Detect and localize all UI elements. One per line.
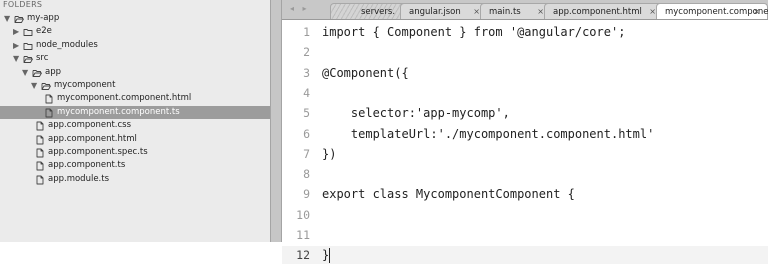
folder-item[interactable]: ▶ e2e: [0, 25, 270, 38]
tree-item-label: e2e: [36, 26, 52, 37]
text-cursor: [329, 248, 330, 264]
folder-item[interactable]: ▼ src: [0, 52, 270, 65]
file-icon: [35, 148, 44, 158]
tab-close-icon[interactable]: ×: [753, 7, 760, 16]
tree-item-label: app.component.css: [48, 120, 132, 131]
expanded-arrow-icon[interactable]: ▼: [22, 68, 28, 77]
line-number-gutter: 1 2 3 4 5 6 7 8 9 10 11 12: [282, 20, 310, 262]
code-line[interactable]: import { Component } from '@angular/core…: [322, 25, 625, 39]
line-number: 1: [303, 25, 310, 39]
code-line[interactable]: templateUrl:'./mycomponent.component.htm…: [322, 127, 654, 141]
line-number: 5: [303, 106, 310, 121]
tree-item-label: app.component.ts: [48, 160, 126, 171]
file-item[interactable]: app.component.html: [0, 133, 270, 146]
folder-open-icon: [23, 54, 33, 64]
file-icon: [35, 121, 44, 131]
tree-item-label: app: [45, 66, 61, 77]
file-icon: [35, 161, 44, 171]
line-number: 10: [296, 207, 310, 222]
file-icon: [35, 175, 44, 185]
file-icon: [35, 135, 44, 145]
folder-item[interactable]: ▼ mycomponent: [0, 79, 270, 92]
file-item[interactable]: app.component.css: [0, 119, 270, 132]
expanded-arrow-icon[interactable]: ▼: [13, 54, 19, 63]
code-line[interactable]: }): [322, 147, 336, 161]
line-number: 6: [303, 126, 310, 141]
file-item[interactable]: app.component.spec.ts: [0, 146, 270, 159]
file-item[interactable]: mycomponent.component.html: [0, 92, 270, 105]
tab-close-icon[interactable]: ×: [649, 7, 656, 16]
line-number: 4: [303, 85, 310, 100]
line-number: 8: [303, 167, 310, 182]
code-line[interactable]: selector:'app-mycomp',: [322, 106, 510, 120]
tree-item-label: node_modules: [36, 39, 98, 50]
tab-close-icon[interactable]: ×: [537, 7, 544, 16]
folder-open-icon: [14, 14, 24, 23]
expanded-arrow-icon[interactable]: ▼: [4, 14, 10, 23]
tab-nav-arrows[interactable]: ◂ ▸: [290, 4, 310, 13]
collapsed-arrow-icon[interactable]: ▶: [13, 27, 19, 36]
file-item[interactable]: app.module.ts: [0, 173, 270, 186]
tree-item-label: app.component.html: [48, 133, 137, 144]
tree-item-label: mycomponent: [54, 80, 116, 90]
tab-label: angular.json: [409, 7, 461, 17]
folder-open-icon: [32, 68, 42, 77]
code-editor[interactable]: 1 2 3 4 5 6 7 8 9 10 11 12 import { Component } fro…: [282, 20, 768, 264]
editor-tab[interactable]: mycomponent.component.ts×: [656, 3, 768, 19]
folder-item[interactable]: ▼ my-app: [0, 12, 270, 25]
tab-label: servers.: [361, 7, 396, 17]
file-item[interactable]: app.component.ts: [0, 159, 270, 172]
tree-item-label: mycomponent.component.html: [57, 93, 192, 104]
file-item[interactable]: mycomponent.component.ts: [0, 105, 270, 119]
collapsed-arrow-icon[interactable]: ▶: [13, 41, 19, 50]
line-number: 11: [296, 228, 310, 242]
tab-label: app.component.html: [553, 7, 642, 17]
editor-tab[interactable]: app.component.html ×: [544, 3, 664, 19]
tab-bar: ◂ ▸ servers. angular.json × main.ts × app.com…: [282, 0, 768, 20]
code-line[interactable]: @Component({: [322, 66, 409, 80]
folder-open-icon: [41, 81, 51, 90]
file-icon: [44, 94, 53, 104]
tree-item-label: mycomponent.component.ts: [57, 106, 180, 117]
tree-item-label: my-app: [27, 13, 60, 23]
sidebar: FOLDERS ▼ my-app ▶ e2e ▶ node_modules ▼ src ▼ app…: [0, 0, 270, 242]
folder-item[interactable]: ▶ node_modules: [0, 39, 270, 52]
editor-tab[interactable]: angular.json ×: [400, 3, 488, 19]
expanded-arrow-icon[interactable]: ▼: [31, 81, 37, 90]
line-number: 2: [303, 45, 310, 60]
tab-label: main.ts: [489, 7, 521, 17]
tree-item-label: app.module.ts: [48, 173, 110, 184]
folder-icon: [23, 27, 33, 37]
folder-icon: [23, 41, 33, 50]
code-line[interactable]: export class MycomponentComponent {: [322, 187, 575, 201]
tree-item-label: app.component.spec.ts: [48, 147, 148, 157]
folder-item[interactable]: ▼ app: [0, 66, 270, 79]
line-number: 3: [303, 65, 310, 80]
sidebar-header: FOLDERS: [3, 0, 43, 9]
file-icon: [44, 108, 53, 118]
tab-close-icon[interactable]: ×: [473, 7, 480, 16]
editor-tab[interactable]: main.ts ×: [480, 3, 552, 19]
line-number: 7: [303, 146, 310, 161]
line-number: 9: [303, 187, 310, 202]
current-line-highlight: [282, 246, 768, 264]
tree-item-label: src: [36, 53, 49, 64]
pane-splitter[interactable]: [270, 0, 282, 242]
line-number: 12: [296, 248, 310, 263]
